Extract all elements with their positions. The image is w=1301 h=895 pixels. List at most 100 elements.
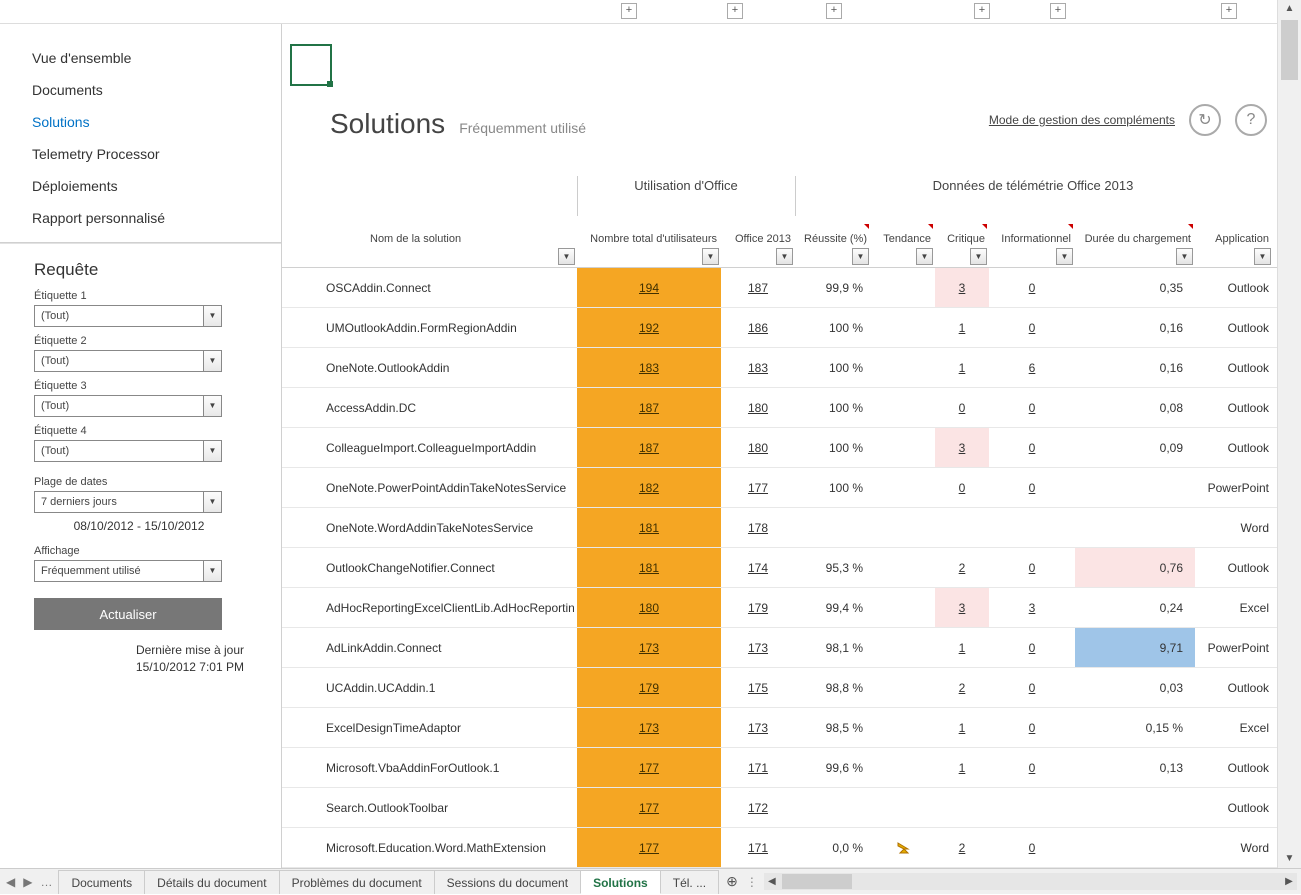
sidebar-item-telemetry-processor[interactable]: Telemetry Processor bbox=[0, 138, 281, 170]
filter-button[interactable]: ▼ bbox=[702, 248, 719, 265]
filter-button[interactable]: ▼ bbox=[852, 248, 869, 265]
office2013-link[interactable]: 174 bbox=[748, 561, 768, 575]
office2013-link[interactable]: 173 bbox=[748, 721, 768, 735]
office2013-link[interactable]: 183 bbox=[748, 361, 768, 375]
sheet-tab-d-tails-du-document[interactable]: Détails du document bbox=[144, 870, 279, 894]
filter-button[interactable]: ▼ bbox=[776, 248, 793, 265]
select-display[interactable]: Fréquemment utilisé▼ bbox=[34, 560, 222, 582]
critical-link[interactable]: 3 bbox=[959, 281, 966, 295]
expand-column-button[interactable]: + bbox=[1050, 3, 1066, 19]
total-users-link[interactable]: 179 bbox=[639, 681, 659, 695]
total-users-link[interactable]: 177 bbox=[639, 801, 659, 815]
info-link[interactable]: 0 bbox=[1029, 281, 1036, 295]
sheet-tab-solutions[interactable]: Solutions bbox=[580, 870, 661, 894]
critical-link[interactable]: 2 bbox=[959, 561, 966, 575]
office2013-link[interactable]: 171 bbox=[748, 841, 768, 855]
total-users-link[interactable]: 177 bbox=[639, 841, 659, 855]
add-sheet-icon[interactable]: ⊕ bbox=[718, 869, 746, 894]
refresh-button[interactable]: Actualiser bbox=[34, 598, 222, 630]
sidebar-item-d-ploiements[interactable]: Déploiements bbox=[0, 170, 281, 202]
info-link[interactable]: 3 bbox=[1029, 601, 1036, 615]
help-icon[interactable]: ? bbox=[1235, 104, 1267, 136]
info-link[interactable]: 0 bbox=[1029, 761, 1036, 775]
info-link[interactable]: 0 bbox=[1029, 401, 1036, 415]
critical-link[interactable]: 1 bbox=[959, 321, 966, 335]
sidebar-item-solutions[interactable]: Solutions bbox=[0, 106, 281, 138]
sheet-tab-sessions-du-document[interactable]: Sessions du document bbox=[434, 870, 581, 894]
scroll-thumb-v[interactable] bbox=[1281, 20, 1298, 80]
info-link[interactable]: 0 bbox=[1029, 561, 1036, 575]
chevron-down-icon[interactable]: ▼ bbox=[203, 561, 221, 581]
scroll-down-arrow[interactable]: ▼ bbox=[1278, 850, 1301, 870]
refresh-icon[interactable]: ↻ bbox=[1189, 104, 1221, 136]
office2013-link[interactable]: 173 bbox=[748, 641, 768, 655]
chevron-down-icon[interactable]: ▼ bbox=[203, 396, 221, 416]
select-etq4[interactable]: (Tout)▼ bbox=[34, 440, 222, 462]
scroll-right-arrow[interactable]: ▶ bbox=[1281, 873, 1297, 890]
info-link[interactable]: 0 bbox=[1029, 481, 1036, 495]
chevron-down-icon[interactable]: ▼ bbox=[203, 306, 221, 326]
split-handle[interactable]: ⋮ bbox=[746, 869, 752, 894]
office2013-link[interactable]: 180 bbox=[748, 441, 768, 455]
total-users-link[interactable]: 173 bbox=[639, 721, 659, 735]
office2013-link[interactable]: 180 bbox=[748, 401, 768, 415]
office2013-link[interactable]: 172 bbox=[748, 801, 768, 815]
scroll-up-arrow[interactable]: ▲ bbox=[1278, 0, 1301, 20]
critical-link[interactable]: 2 bbox=[959, 841, 966, 855]
total-users-link[interactable]: 173 bbox=[639, 641, 659, 655]
total-users-link[interactable]: 187 bbox=[639, 441, 659, 455]
total-users-link[interactable]: 182 bbox=[639, 481, 659, 495]
scroll-thumb-h[interactable] bbox=[782, 874, 852, 889]
critical-link[interactable]: 1 bbox=[959, 641, 966, 655]
critical-link[interactable]: 0 bbox=[959, 401, 966, 415]
sidebar-item-documents[interactable]: Documents bbox=[0, 74, 281, 106]
total-users-link[interactable]: 181 bbox=[639, 521, 659, 535]
total-users-link[interactable]: 183 bbox=[639, 361, 659, 375]
chevron-down-icon[interactable]: ▼ bbox=[203, 441, 221, 461]
sheet-next-icon[interactable]: ▶ bbox=[23, 875, 32, 889]
total-users-link[interactable]: 177 bbox=[639, 761, 659, 775]
select-etq1[interactable]: (Tout)▼ bbox=[34, 305, 222, 327]
vertical-scrollbar[interactable]: ▲ ▼ bbox=[1277, 0, 1301, 870]
info-link[interactable]: 0 bbox=[1029, 841, 1036, 855]
critical-link[interactable]: 2 bbox=[959, 681, 966, 695]
fill-handle[interactable] bbox=[327, 81, 333, 87]
expand-column-button[interactable]: + bbox=[727, 3, 743, 19]
sidebar-item-vue-d-ensemble[interactable]: Vue d'ensemble bbox=[0, 42, 281, 74]
filter-button[interactable]: ▼ bbox=[1056, 248, 1073, 265]
info-link[interactable]: 0 bbox=[1029, 681, 1036, 695]
filter-button[interactable]: ▼ bbox=[916, 248, 933, 265]
sheet-tab-documents[interactable]: Documents bbox=[58, 870, 145, 894]
sidebar-item-rapport-personnalis-[interactable]: Rapport personnalisé bbox=[0, 202, 281, 234]
office2013-link[interactable]: 187 bbox=[748, 281, 768, 295]
total-users-link[interactable]: 180 bbox=[639, 601, 659, 615]
horizontal-scrollbar[interactable]: ◀ ▶ bbox=[764, 873, 1297, 890]
info-link[interactable]: 6 bbox=[1029, 361, 1036, 375]
critical-link[interactable]: 1 bbox=[959, 361, 966, 375]
critical-link[interactable]: 0 bbox=[959, 481, 966, 495]
filter-button[interactable]: ▼ bbox=[1254, 248, 1271, 265]
filter-button[interactable]: ▼ bbox=[1176, 248, 1193, 265]
filter-button[interactable]: ▼ bbox=[970, 248, 987, 265]
total-users-link[interactable]: 194 bbox=[639, 281, 659, 295]
select-etq3[interactable]: (Tout)▼ bbox=[34, 395, 222, 417]
total-users-link[interactable]: 187 bbox=[639, 401, 659, 415]
sheet-tab-probl-mes-du-document[interactable]: Problèmes du document bbox=[279, 870, 435, 894]
total-users-link[interactable]: 181 bbox=[639, 561, 659, 575]
office2013-link[interactable]: 171 bbox=[748, 761, 768, 775]
expand-column-button[interactable]: + bbox=[826, 3, 842, 19]
critical-link[interactable]: 3 bbox=[959, 441, 966, 455]
select-daterange[interactable]: 7 derniers jours▼ bbox=[34, 491, 222, 513]
total-users-link[interactable]: 192 bbox=[639, 321, 659, 335]
info-link[interactable]: 0 bbox=[1029, 321, 1036, 335]
info-link[interactable]: 0 bbox=[1029, 721, 1036, 735]
critical-link[interactable]: 1 bbox=[959, 761, 966, 775]
addin-mode-link[interactable]: Mode de gestion des compléments bbox=[989, 113, 1175, 127]
chevron-down-icon[interactable]: ▼ bbox=[203, 492, 221, 512]
filter-button[interactable]: ▼ bbox=[558, 248, 575, 265]
expand-column-button[interactable]: + bbox=[1221, 3, 1237, 19]
selected-cell-indicator[interactable] bbox=[290, 44, 332, 86]
chevron-down-icon[interactable]: ▼ bbox=[203, 351, 221, 371]
critical-link[interactable]: 1 bbox=[959, 721, 966, 735]
sheet-more-icon[interactable]: … bbox=[40, 875, 52, 889]
